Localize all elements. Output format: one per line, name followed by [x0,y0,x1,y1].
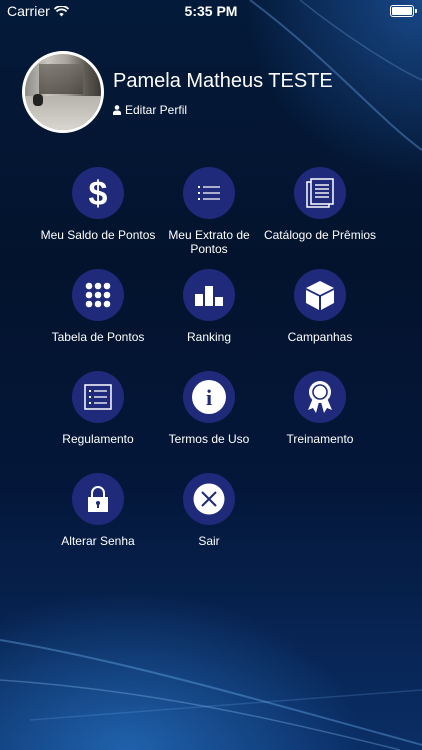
svg-text:i: i [206,385,212,410]
menu-item-label: Meu Extrato de Pontos [168,228,250,256]
document-icon [84,384,112,410]
user-icon [113,105,121,115]
menu-item-label: Alterar Senha [61,534,135,548]
menu-item-alterar-senha[interactable]: Alterar Senha [38,473,158,548]
menu-item-label: Catálogo de Prêmios [263,228,377,242]
info-icon: i [192,380,226,414]
menu-item-termos[interactable]: i Termos de Uso [149,371,269,446]
battery-icon [390,5,417,17]
edit-profile-link[interactable]: Editar Perfil [113,103,187,117]
menu-item-sair[interactable]: Sair [149,473,269,548]
close-icon [193,483,225,515]
dollar-icon: $ [89,176,108,210]
menu-item-label: Regulamento [62,432,134,446]
box-icon [306,281,334,310]
menu-item-label: Treinamento [286,432,354,446]
ranking-icon [195,286,223,306]
profile-name: Pamela Matheus TESTE [113,70,333,92]
catalog-icon [306,178,334,208]
lock-icon [88,486,108,512]
menu-item-tabela[interactable]: Tabela de Pontos [38,269,158,344]
menu-item-campanhas[interactable]: Campanhas [260,269,380,344]
menu-item-label: Sair [198,534,220,548]
menu-item-regulamento[interactable]: Regulamento [38,371,158,446]
svg-text:$: $ [89,176,108,210]
menu-item-label: Termos de Uso [168,432,250,446]
status-bar: Carrier 5:35 PM [0,0,422,22]
grid-dots-icon [85,282,111,308]
menu-item-saldo[interactable]: $ Meu Saldo de Pontos [38,167,158,242]
menu-item-ranking[interactable]: Ranking [149,269,269,344]
menu-item-label: Meu Saldo de Pontos [40,228,156,242]
edit-profile-label: Editar Perfil [125,103,188,117]
menu-item-label: Ranking [186,330,232,344]
menu-item-label: Campanhas [287,330,353,344]
award-icon [308,381,332,413]
status-time: 5:35 PM [184,3,238,19]
menu-item-catalogo[interactable]: Catálogo de Prêmios [260,167,380,242]
menu-item-extrato[interactable]: Meu Extrato de Pontos [149,167,269,256]
menu-item-label: Tabela de Pontos [51,330,145,344]
menu-item-treinamento[interactable]: Treinamento [260,371,380,446]
list-icon [198,186,220,200]
avatar[interactable] [22,51,104,133]
